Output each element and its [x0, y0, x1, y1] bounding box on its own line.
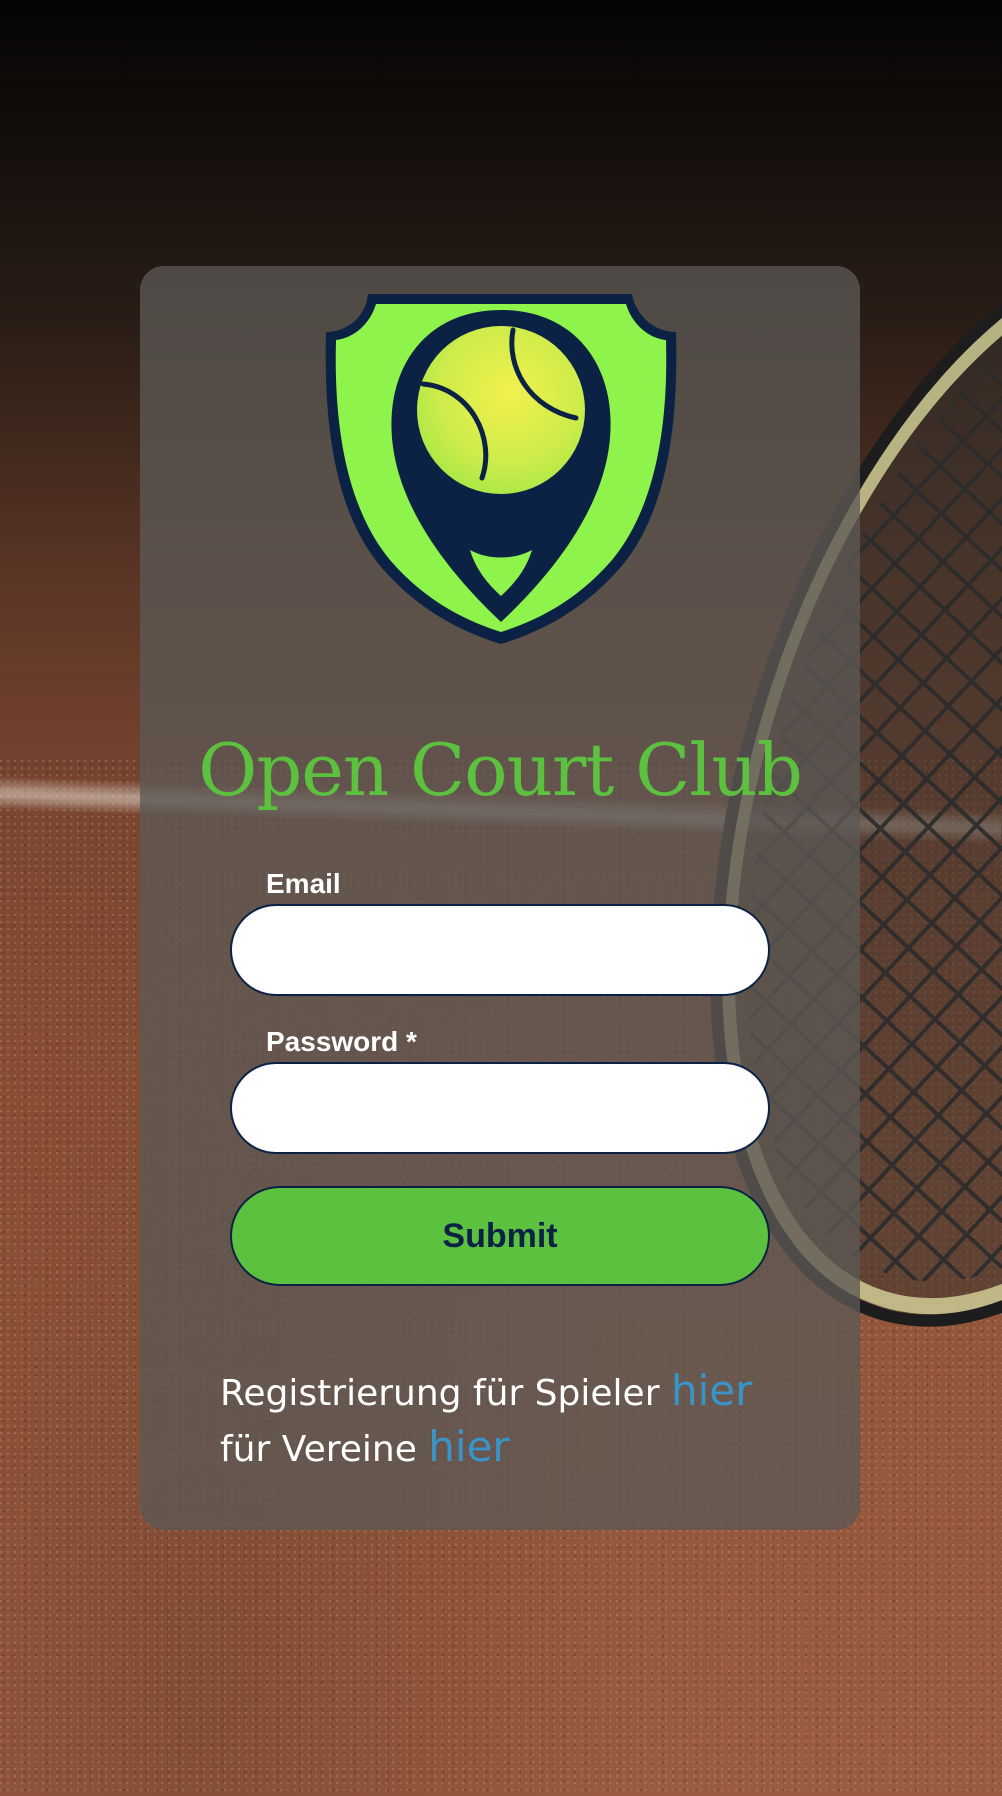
- email-field[interactable]: [230, 904, 770, 996]
- club-registration-link[interactable]: hier: [428, 1422, 509, 1471]
- player-registration-link[interactable]: hier: [671, 1366, 752, 1415]
- player-registration-line: Registrierung für Spieler hier: [220, 1366, 752, 1415]
- shield-logo-icon: [325, 294, 677, 644]
- password-label: Password *: [266, 1026, 417, 1057]
- app-title: Open Court Club: [198, 728, 803, 812]
- password-field[interactable]: [230, 1062, 770, 1154]
- submit-button[interactable]: Submit: [230, 1186, 770, 1286]
- email-label: Email: [266, 868, 341, 899]
- club-registration-text: für Vereine: [220, 1429, 417, 1470]
- club-registration-line: für Vereine hier: [220, 1422, 510, 1471]
- player-registration-text: Registrierung für Spieler: [220, 1373, 660, 1414]
